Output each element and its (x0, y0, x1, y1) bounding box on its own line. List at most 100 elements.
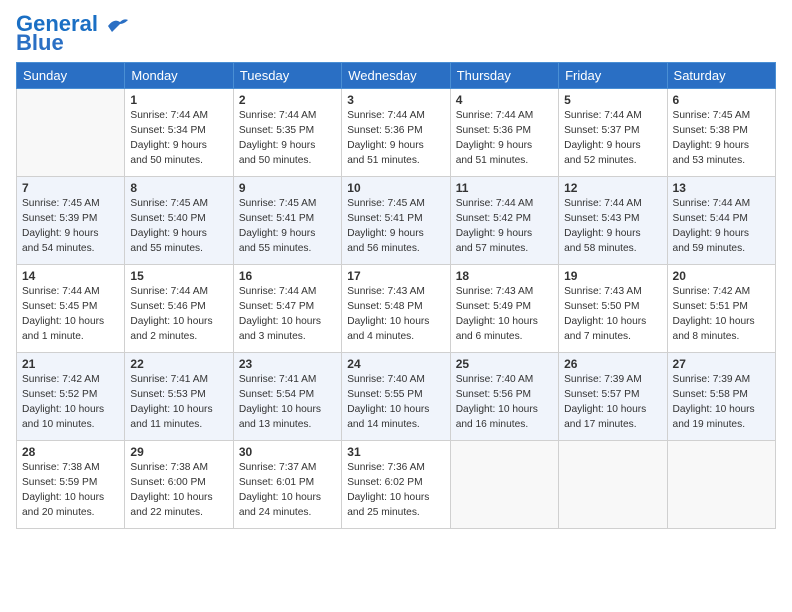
calendar-cell: 31Sunrise: 7:36 AMSunset: 6:02 PMDayligh… (342, 441, 450, 529)
calendar-cell: 25Sunrise: 7:40 AMSunset: 5:56 PMDayligh… (450, 353, 558, 441)
calendar-cell: 3 Sunrise: 7:44 AMSunset: 5:36 PMDaylight… (342, 89, 450, 177)
day-info: Sunrise: 7:44 AMSunset: 5:37 PMDaylight:… (564, 109, 661, 168)
calendar-cell: 2 Sunrise: 7:44 AMSunset: 5:35 PMDaylight… (233, 89, 341, 177)
day-number: 26 (564, 357, 661, 371)
day-number: 29 (130, 445, 227, 459)
day-info: Sunrise: 7:41 AMSunset: 5:53 PMDaylight:… (130, 373, 227, 432)
weekday-header-wednesday: Wednesday (342, 63, 450, 89)
day-number: 21 (22, 357, 119, 371)
logo-blue: Blue (16, 32, 64, 54)
calendar-cell: 30 Sunrise: 7:37 AMSunset: 6:01 PMDayligh… (233, 441, 341, 529)
calendar-cell: 1 Sunrise: 7:44 AMSunset: 5:34 PMDaylight… (125, 89, 233, 177)
calendar-cell: 15 Sunrise: 7:44 AMSunset: 5:46 PMDayligh… (125, 265, 233, 353)
day-number: 20 (673, 269, 770, 283)
day-info: Sunrise: 7:44 AMSunset: 5:35 PMDaylight:… (239, 109, 336, 168)
day-number: 31 (347, 445, 444, 459)
calendar-cell: 9 Sunrise: 7:45 AMSunset: 5:41 PMDaylight… (233, 177, 341, 265)
logo-bird-icon (106, 16, 128, 34)
day-number: 1 (130, 93, 227, 107)
day-number: 25 (456, 357, 553, 371)
page-container: General Blue SundayMondayTuesdayWednesda… (0, 0, 792, 537)
day-number: 15 (130, 269, 227, 283)
calendar-cell: 23Sunrise: 7:41 AMSunset: 5:54 PMDayligh… (233, 353, 341, 441)
calendar-cell: 13 Sunrise: 7:44 AMSunset: 5:44 PMDayligh… (667, 177, 775, 265)
calendar-cell: 18 Sunrise: 7:43 AMSunset: 5:49 PMDayligh… (450, 265, 558, 353)
day-number: 16 (239, 269, 336, 283)
day-number: 9 (239, 181, 336, 195)
day-number: 27 (673, 357, 770, 371)
calendar-cell: 19Sunrise: 7:43 AMSunset: 5:50 PMDayligh… (559, 265, 667, 353)
calendar-cell: 28 Sunrise: 7:38 AMSunset: 5:59 PMDayligh… (17, 441, 125, 529)
calendar-cell (559, 441, 667, 529)
weekday-header-friday: Friday (559, 63, 667, 89)
weekday-header-row: SundayMondayTuesdayWednesdayThursdayFrid… (17, 63, 776, 89)
weekday-header-sunday: Sunday (17, 63, 125, 89)
day-number: 4 (456, 93, 553, 107)
day-info: Sunrise: 7:44 AMSunset: 5:34 PMDaylight:… (130, 109, 227, 168)
day-number: 13 (673, 181, 770, 195)
day-info: Sunrise: 7:39 AMSunset: 5:57 PMDaylight:… (564, 373, 661, 432)
day-info: Sunrise: 7:40 AMSunset: 5:55 PMDaylight:… (347, 373, 444, 432)
calendar-cell: 12 Sunrise: 7:44 AMSunset: 5:43 PMDayligh… (559, 177, 667, 265)
day-info: Sunrise: 7:45 AMSunset: 5:41 PMDaylight:… (239, 197, 336, 256)
calendar-cell: 10 Sunrise: 7:45 AMSunset: 5:41 PMDayligh… (342, 177, 450, 265)
weekday-header-monday: Monday (125, 63, 233, 89)
day-number: 2 (239, 93, 336, 107)
day-info: Sunrise: 7:45 AMSunset: 5:38 PMDaylight:… (673, 109, 770, 168)
day-info: Sunrise: 7:38 AMSunset: 6:00 PMDaylight:… (130, 461, 227, 520)
calendar-cell: 7Sunrise: 7:45 AMSunset: 5:39 PMDaylight… (17, 177, 125, 265)
day-info: Sunrise: 7:38 AMSunset: 5:59 PMDaylight:… (22, 461, 119, 520)
calendar-week-row: 14Sunrise: 7:44 AMSunset: 5:45 PMDayligh… (17, 265, 776, 353)
calendar-cell: 26 Sunrise: 7:39 AMSunset: 5:57 PMDayligh… (559, 353, 667, 441)
day-info: Sunrise: 7:44 AMSunset: 5:44 PMDaylight:… (673, 197, 770, 256)
day-info: Sunrise: 7:44 AMSunset: 5:36 PMDaylight:… (347, 109, 444, 168)
calendar-cell: 5 Sunrise: 7:44 AMSunset: 5:37 PMDaylight… (559, 89, 667, 177)
day-info: Sunrise: 7:43 AMSunset: 5:49 PMDaylight:… (456, 285, 553, 344)
calendar-cell (667, 441, 775, 529)
calendar-cell: 16Sunrise: 7:44 AMSunset: 5:47 PMDayligh… (233, 265, 341, 353)
calendar-cell: 29 Sunrise: 7:38 AMSunset: 6:00 PMDayligh… (125, 441, 233, 529)
calendar-cell: 8 Sunrise: 7:45 AMSunset: 5:40 PMDaylight… (125, 177, 233, 265)
day-info: Sunrise: 7:43 AMSunset: 5:50 PMDaylight:… (564, 285, 661, 344)
day-info: Sunrise: 7:42 AMSunset: 5:51 PMDaylight:… (673, 285, 770, 344)
day-number: 12 (564, 181, 661, 195)
weekday-header-thursday: Thursday (450, 63, 558, 89)
day-number: 30 (239, 445, 336, 459)
calendar-cell: 27 Sunrise: 7:39 AMSunset: 5:58 PMDayligh… (667, 353, 775, 441)
calendar-cell: 6 Sunrise: 7:45 AMSunset: 5:38 PMDaylight… (667, 89, 775, 177)
day-number: 3 (347, 93, 444, 107)
day-info: Sunrise: 7:42 AMSunset: 5:52 PMDaylight:… (22, 373, 119, 432)
weekday-header-saturday: Saturday (667, 63, 775, 89)
calendar-cell (450, 441, 558, 529)
weekday-header-tuesday: Tuesday (233, 63, 341, 89)
day-number: 11 (456, 181, 553, 195)
calendar-week-row: 21 Sunrise: 7:42 AMSunset: 5:52 PMDayligh… (17, 353, 776, 441)
day-number: 17 (347, 269, 444, 283)
calendar-cell: 20 Sunrise: 7:42 AMSunset: 5:51 PMDayligh… (667, 265, 775, 353)
day-number: 23 (239, 357, 336, 371)
day-info: Sunrise: 7:45 AMSunset: 5:40 PMDaylight:… (130, 197, 227, 256)
day-info: Sunrise: 7:44 AMSunset: 5:46 PMDaylight:… (130, 285, 227, 344)
day-info: Sunrise: 7:44 AMSunset: 5:43 PMDaylight:… (564, 197, 661, 256)
calendar-cell: 11 Sunrise: 7:44 AMSunset: 5:42 PMDayligh… (450, 177, 558, 265)
day-number: 14 (22, 269, 119, 283)
day-number: 10 (347, 181, 444, 195)
day-info: Sunrise: 7:37 AMSunset: 6:01 PMDaylight:… (239, 461, 336, 520)
calendar-cell: 4Sunrise: 7:44 AMSunset: 5:36 PMDaylight… (450, 89, 558, 177)
calendar-table: SundayMondayTuesdayWednesdayThursdayFrid… (16, 62, 776, 529)
day-number: 22 (130, 357, 227, 371)
day-number: 8 (130, 181, 227, 195)
logo: General Blue (16, 12, 128, 54)
day-number: 28 (22, 445, 119, 459)
header: General Blue (16, 12, 776, 54)
calendar-cell: 17 Sunrise: 7:43 AMSunset: 5:48 PMDayligh… (342, 265, 450, 353)
calendar-cell: 14Sunrise: 7:44 AMSunset: 5:45 PMDayligh… (17, 265, 125, 353)
day-number: 18 (456, 269, 553, 283)
day-info: Sunrise: 7:44 AMSunset: 5:42 PMDaylight:… (456, 197, 553, 256)
day-info: Sunrise: 7:45 AMSunset: 5:41 PMDaylight:… (347, 197, 444, 256)
day-info: Sunrise: 7:39 AMSunset: 5:58 PMDaylight:… (673, 373, 770, 432)
day-info: Sunrise: 7:43 AMSunset: 5:48 PMDaylight:… (347, 285, 444, 344)
day-number: 6 (673, 93, 770, 107)
day-number: 5 (564, 93, 661, 107)
calendar-cell (17, 89, 125, 177)
